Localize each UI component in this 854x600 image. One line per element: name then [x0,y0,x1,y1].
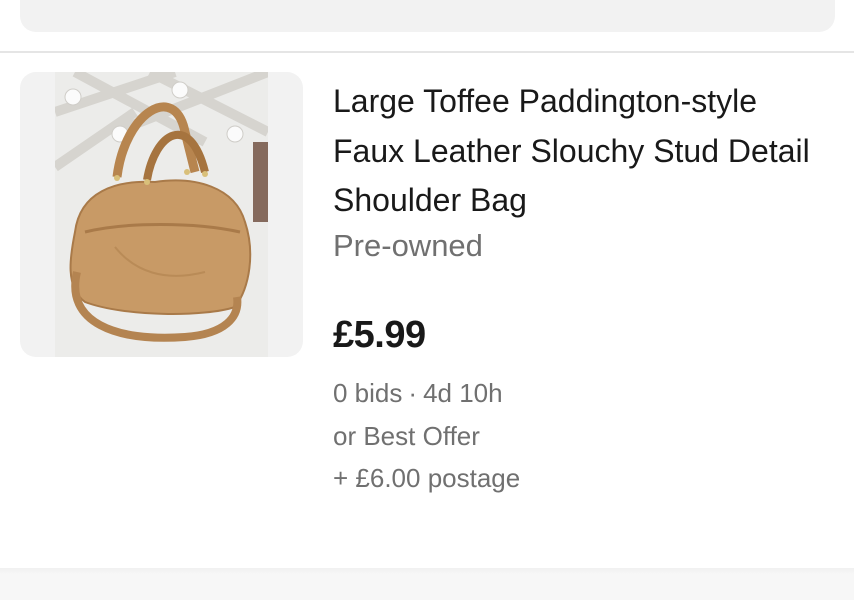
time-left: 4d 10h [423,378,503,408]
bids-time-row: 0 bids · 4d 10h [333,378,503,409]
section-divider [0,568,854,600]
item-condition: Pre-owned [333,228,483,263]
item-price: £5.99 [333,314,426,356]
bid-count: 0 bids [333,378,403,408]
listing-thumbnail[interactable] [20,72,303,357]
product-photo [55,72,268,357]
listing-title[interactable]: Large Toffee Paddington-style Faux Leath… [333,77,833,226]
previous-listing-card[interactable] [20,0,835,32]
divider [0,51,854,53]
separator: · [408,378,418,408]
postage-cost: + £6.00 postage [333,463,521,493]
best-offer-label: or Best Offer [333,421,480,451]
